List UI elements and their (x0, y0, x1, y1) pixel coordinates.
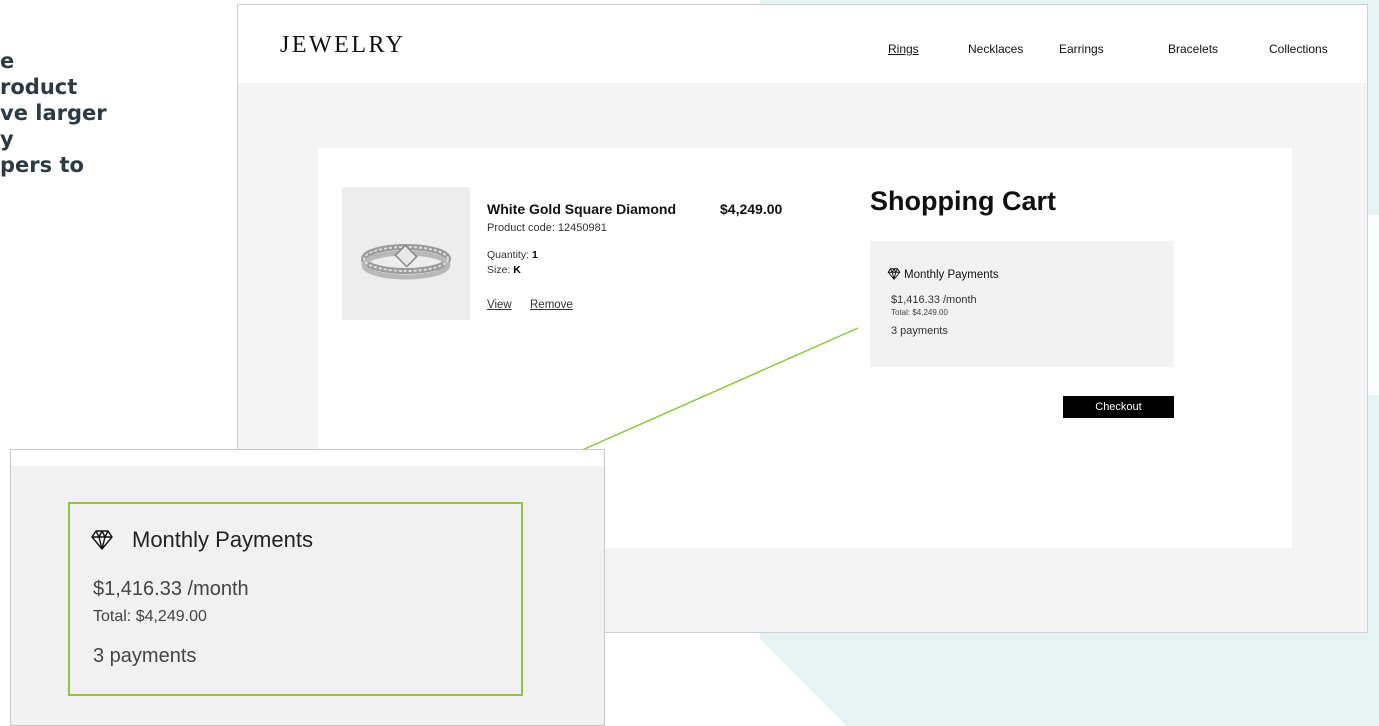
product-size: Size: K (487, 264, 521, 276)
size-value: K (513, 264, 521, 276)
monthly-amount: $1,416.33 /month (891, 294, 977, 306)
nav-bracelets[interactable]: Bracelets (1168, 42, 1218, 56)
zoom-top-strip (11, 450, 604, 466)
side-caption-line: y (0, 127, 14, 151)
nav-necklaces[interactable]: Necklaces (968, 42, 1023, 56)
diamond-icon (887, 268, 901, 280)
zoom-payment-count: 3 payments (93, 645, 197, 667)
nav-rings[interactable]: Rings (888, 42, 919, 56)
site-logo[interactable]: JEWELRY (280, 32, 406, 59)
zoom-callout: Monthly Payments $1,416.33 /month Total:… (10, 449, 605, 726)
top-navigation: JEWELRY Rings Necklaces Earrings Bracele… (238, 5, 1367, 83)
size-label: Size: (487, 264, 514, 276)
quantity-value: 1 (531, 249, 538, 261)
zoom-monthly-amount: $1,416.33 /month (93, 578, 249, 600)
product-price: $4,249.00 (720, 201, 783, 217)
product-code: Product code: 12450981 (487, 222, 607, 234)
zoom-payments-title: Monthly Payments (132, 527, 313, 552)
ring-icon (361, 244, 451, 280)
product-quantity: Quantity: 1 (487, 249, 538, 261)
cart-heading: Shopping Cart (870, 186, 1056, 216)
payment-total: Total: $4,249.00 (891, 308, 948, 317)
remove-link[interactable]: Remove (530, 299, 573, 311)
monthly-payments-title: Monthly Payments (904, 269, 999, 281)
zoom-highlight-box: Monthly Payments $1,416.33 /month Total:… (68, 502, 523, 696)
nav-earrings[interactable]: Earrings (1059, 42, 1104, 56)
quantity-label: Quantity: (487, 249, 532, 261)
side-caption-line: ve larger (0, 101, 107, 125)
product-title[interactable]: White Gold Square Diamond (487, 201, 676, 217)
side-caption-line: pers to (0, 153, 84, 177)
nav-collections[interactable]: Collections (1269, 42, 1328, 56)
side-caption-line: roduct (0, 75, 78, 99)
side-caption: e roduct ve larger y pers to (0, 48, 232, 178)
product-image[interactable] (342, 187, 470, 320)
checkout-button[interactable]: Checkout (1063, 396, 1174, 418)
payment-count: 3 payments (891, 325, 948, 337)
view-link[interactable]: View (487, 299, 512, 311)
side-caption-line: e (0, 49, 15, 73)
monthly-payments-panel: Monthly Payments $1,416.33 /month Total:… (870, 241, 1174, 367)
diamond-icon (91, 530, 113, 550)
zoom-payment-total: Total: $4,249.00 (93, 608, 207, 625)
